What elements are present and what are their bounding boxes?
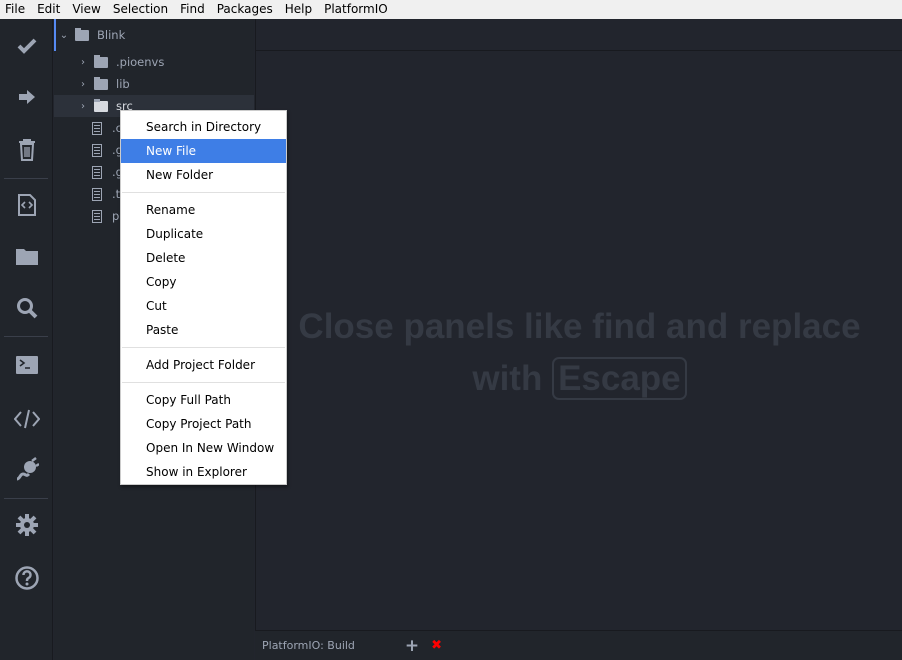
file-icon (92, 209, 102, 223)
code-file-icon (17, 194, 36, 216)
menu-selection[interactable]: Selection (107, 0, 174, 19)
tree-item-label: .pioenvs (116, 55, 165, 69)
plug-button[interactable] (0, 449, 53, 489)
help-icon (14, 566, 39, 590)
menu-help[interactable]: Help (279, 0, 318, 19)
file-icon (92, 187, 102, 201)
folder-icon (15, 249, 38, 265)
add-terminal-icon[interactable]: + (405, 636, 419, 656)
menu-item-add-project-folder[interactable]: Add Project Folder (121, 353, 286, 377)
file-icon (92, 121, 102, 135)
folder-icon (75, 27, 89, 41)
chevron-right-icon: › (81, 56, 85, 68)
editor-pane[interactable]: Close panels like find and replace with … (255, 19, 902, 630)
chevron-right-icon: › (81, 78, 85, 90)
terminal-button[interactable] (0, 345, 53, 385)
menu-find[interactable]: Find (174, 0, 211, 19)
search-icon (16, 298, 37, 319)
close-terminal-icon[interactable]: ✖ (431, 638, 442, 653)
tree-folder-lib[interactable]: › lib (54, 73, 254, 95)
menu-edit[interactable]: Edit (31, 0, 66, 19)
menu-item-open-in-new-window[interactable]: Open In New Window (121, 436, 286, 460)
search-button[interactable] (0, 288, 53, 328)
menu-item-new-file[interactable]: New File (121, 139, 286, 163)
chevron-down-icon: ⌄ (59, 29, 69, 41)
menu-platformio[interactable]: PlatformIO (318, 0, 394, 19)
menu-separator (122, 382, 285, 383)
tree-item-label: Blink (97, 28, 126, 42)
menu-view[interactable]: View (66, 0, 106, 19)
menu-item-cut[interactable]: Cut (121, 294, 286, 318)
upload-button[interactable] (0, 77, 53, 117)
menu-item-copy-project-path[interactable]: Copy Project Path (121, 412, 286, 436)
context-menu: Search in Directory New File New Folder … (120, 110, 287, 485)
file-icon (92, 143, 102, 157)
file-icon (92, 165, 102, 179)
menu-item-copy-full-path[interactable]: Copy Full Path (121, 388, 286, 412)
activity-bar (0, 19, 53, 660)
open-folder-button[interactable] (0, 236, 53, 276)
clean-button[interactable] (0, 130, 53, 170)
menu-file[interactable]: File (0, 0, 31, 19)
new-file-button[interactable] (0, 185, 53, 225)
divider (4, 336, 48, 337)
menu-packages[interactable]: Packages (211, 0, 279, 19)
tree-root-blink[interactable]: ⌄ Blink (54, 24, 254, 46)
tab-bar (256, 19, 902, 51)
menu-item-show-in-explorer[interactable]: Show in Explorer (121, 460, 286, 484)
terminal-status-bar: PlatformIO: Build + ✖ (255, 630, 902, 660)
terminal-tab[interactable]: PlatformIO: Build (262, 639, 355, 652)
plug-icon (16, 457, 39, 481)
menu-bar: File Edit View Selection Find Packages H… (0, 0, 902, 19)
tree-item-label: .t (112, 187, 121, 201)
menu-item-duplicate[interactable]: Duplicate (121, 222, 286, 246)
tree-item-label: lib (116, 77, 130, 91)
divider (4, 498, 48, 499)
hint-with: with (472, 359, 543, 398)
folder-icon (94, 98, 108, 112)
hint-line: Close panels like find and replace (298, 307, 861, 346)
menu-item-rename[interactable]: Rename (121, 198, 286, 222)
hint-key: Escape (552, 357, 687, 400)
help-button[interactable] (0, 558, 53, 598)
folder-icon (94, 54, 108, 68)
tree-folder-pioenvs[interactable]: › .pioenvs (54, 51, 254, 73)
gear-icon (15, 514, 38, 536)
menu-item-new-folder[interactable]: New Folder (121, 163, 286, 187)
divider (4, 178, 48, 179)
folder-icon (94, 76, 108, 90)
settings-button[interactable] (0, 505, 53, 545)
menu-item-delete[interactable]: Delete (121, 246, 286, 270)
arrow-right-icon (18, 90, 35, 104)
menu-item-copy[interactable]: Copy (121, 270, 286, 294)
menu-item-search-in-directory[interactable]: Search in Directory (121, 115, 286, 139)
menu-separator (122, 192, 285, 193)
terminal-icon (15, 356, 38, 374)
chevron-right-icon: › (81, 100, 85, 112)
code-icon (13, 409, 40, 429)
menu-item-paste[interactable]: Paste (121, 318, 286, 342)
code-button[interactable] (0, 399, 53, 439)
build-button[interactable] (0, 26, 53, 66)
checkmark-icon (17, 38, 36, 54)
tree-item-label: p (112, 209, 120, 223)
editor-hint: Close panels like find and replace with … (256, 301, 902, 405)
menu-separator (122, 347, 285, 348)
trash-icon (18, 139, 35, 161)
